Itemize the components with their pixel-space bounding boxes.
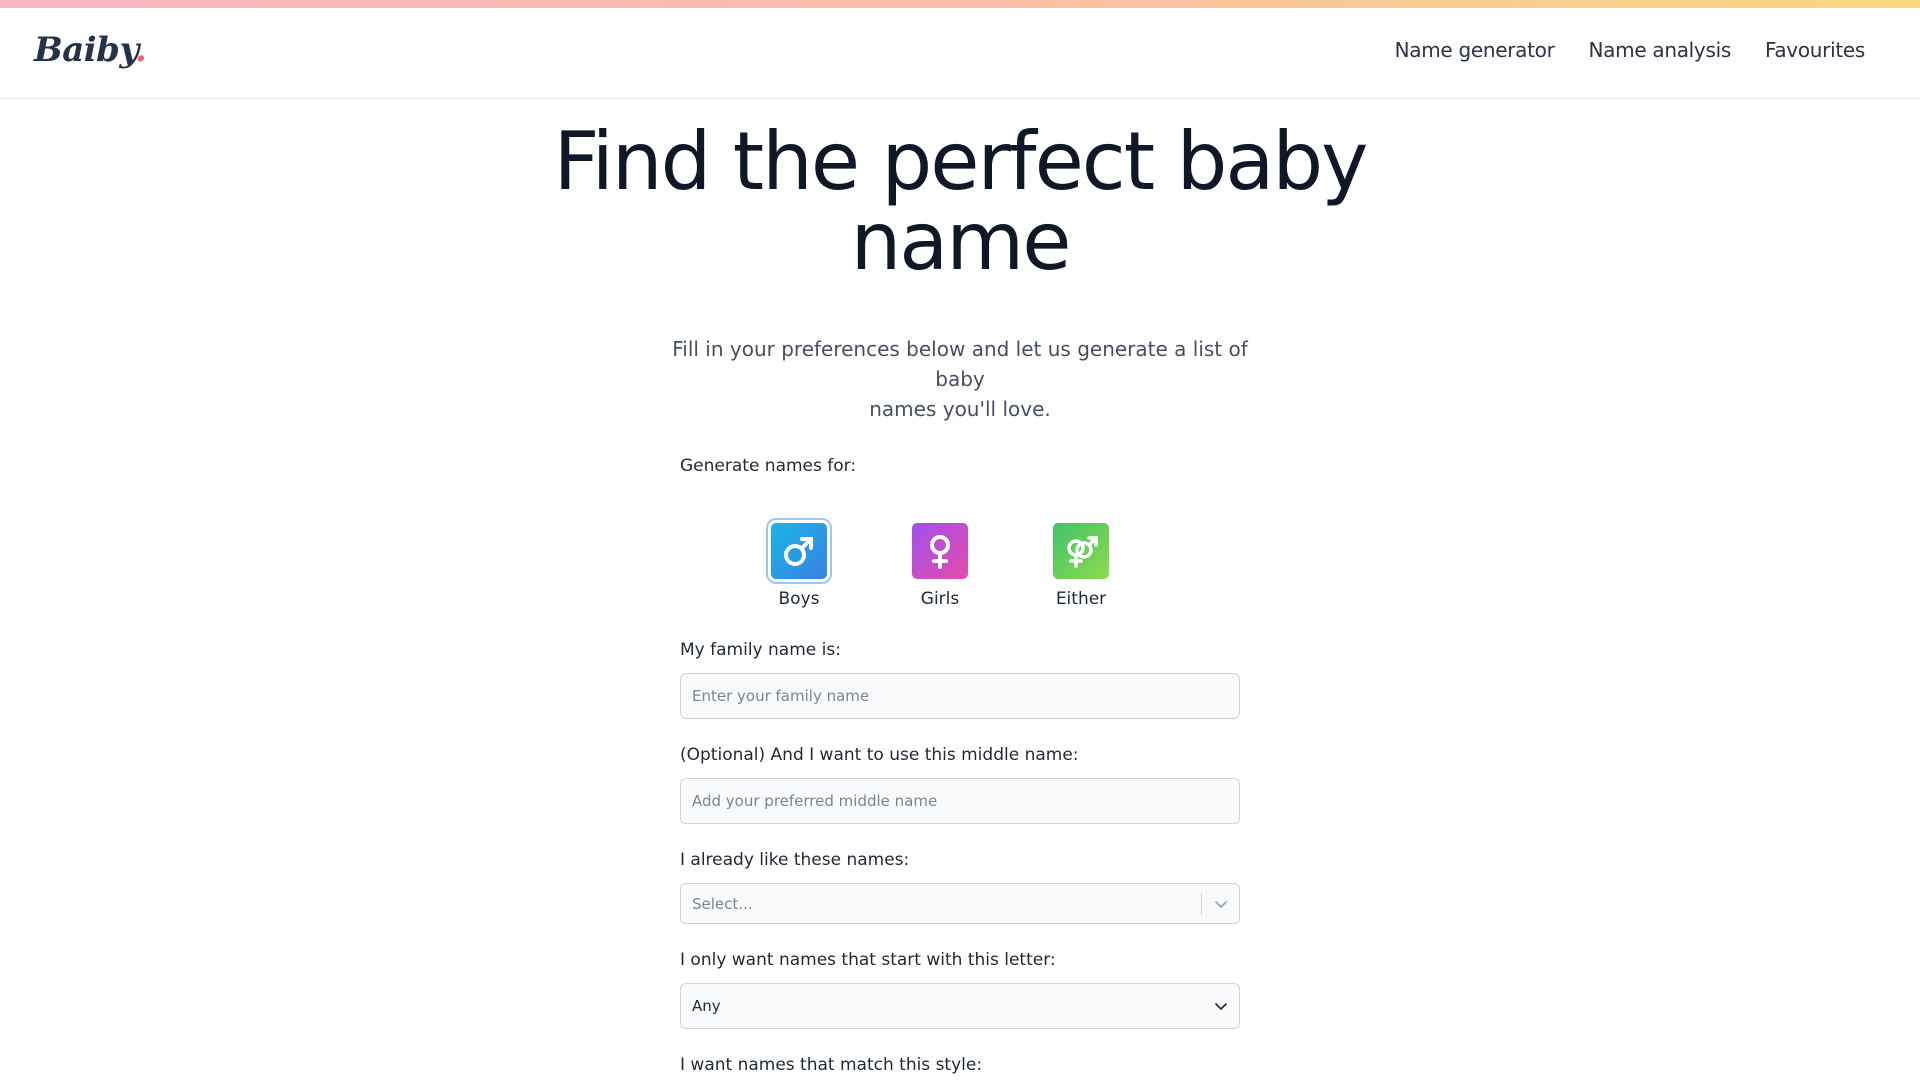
page-subtitle: Fill in your preferences below and let u…: [660, 334, 1260, 424]
style-label: I want names that match this style:: [680, 1055, 983, 1075]
gender-label-boys: Boys: [778, 589, 820, 609]
boys-tile[interactable]: [771, 523, 827, 579]
chevron-down-icon[interactable]: [1214, 999, 1228, 1013]
start-letter-value: Any: [692, 997, 721, 1015]
brand-dot: .: [134, 30, 147, 70]
page-title-line-1: Find the perfect baby: [553, 115, 1368, 208]
top-gradient-bar: [0, 0, 1920, 8]
liked-names-select[interactable]: Select...: [680, 883, 1240, 924]
either-tile[interactable]: [1053, 523, 1109, 579]
family-name-label: My family name is:: [680, 640, 841, 660]
page-title-line-2: name: [850, 195, 1072, 288]
gender-option-girls[interactable]: Girls: [895, 523, 985, 609]
gender-label-girls: Girls: [920, 589, 960, 609]
girls-tile[interactable]: [912, 523, 968, 579]
liked-names-placeholder: Select...: [692, 894, 753, 913]
gender-label: Generate names for:: [680, 456, 857, 476]
nav-name-generator[interactable]: Name generator: [1395, 38, 1555, 62]
start-letter-label: I only want names that start with this l…: [680, 950, 1056, 970]
select-separator: [1201, 892, 1202, 915]
brand-logo[interactable]: Baiby.: [34, 30, 147, 70]
nav-name-analysis[interactable]: Name analysis: [1589, 38, 1732, 62]
family-name-input[interactable]: [680, 673, 1240, 719]
middle-name-input[interactable]: [680, 778, 1240, 824]
brand-name: Baiby: [34, 30, 135, 70]
nav-favourites[interactable]: Favourites: [1765, 38, 1865, 62]
liked-names-label: I already like these names:: [680, 850, 910, 870]
subtitle-line-1: Fill in your preferences below and let u…: [672, 337, 1248, 391]
gender-option-boys[interactable]: Boys: [754, 523, 844, 609]
main-nav: Name generator Name analysis Favourites: [1395, 38, 1866, 62]
gender-option-either[interactable]: Either: [1036, 523, 1126, 609]
gender-label-either: Either: [1055, 589, 1107, 609]
male-female-icon: [1067, 536, 1098, 568]
male-icon: [784, 537, 813, 566]
page-title: Find the perfect baby name: [0, 122, 1920, 282]
chevron-down-icon[interactable]: [1214, 897, 1228, 911]
middle-name-label: (Optional) And I want to use this middle…: [680, 745, 1079, 765]
female-icon: [930, 535, 950, 569]
start-letter-select[interactable]: Any: [680, 983, 1240, 1029]
subtitle-line-2: names you'll love.: [869, 397, 1051, 421]
site-header: Baiby. Name generator Name analysis Favo…: [0, 8, 1920, 99]
